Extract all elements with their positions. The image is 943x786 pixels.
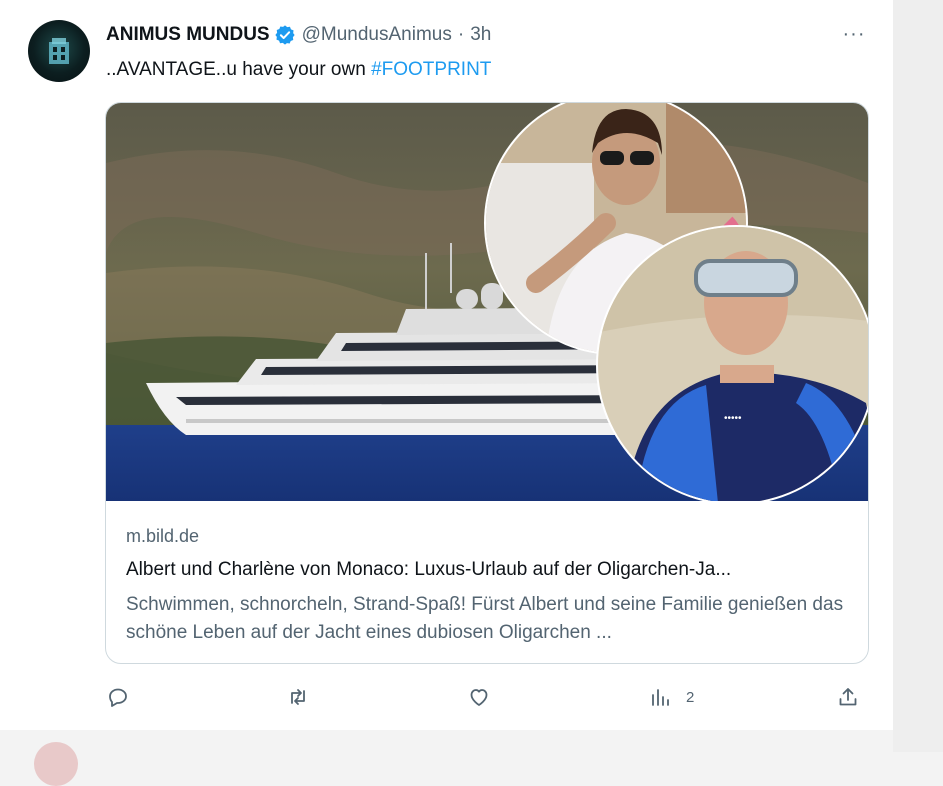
card-title[interactable]: Albert und Charlène von Monaco: Luxus-Ur…: [126, 559, 850, 581]
reply-icon: [109, 688, 127, 707]
more-icon: ···: [842, 22, 866, 45]
like-button[interactable]: [467, 678, 491, 716]
reply-button[interactable]: [106, 678, 130, 716]
author-name[interactable]: ANIMUS MUNDUS: [106, 24, 270, 46]
tweet-time[interactable]: 3h: [470, 24, 491, 46]
retweet-button[interactable]: [286, 678, 310, 716]
views-icon: [652, 689, 669, 706]
share-icon: [839, 688, 857, 706]
tweet-header: ANIMUS MUNDUS @MundusAnimus · 3h: [106, 22, 491, 48]
tweet-text: ..AVANTAGE..u have your own #FOOTPRINT: [106, 59, 491, 81]
next-tweet-avatar[interactable]: [34, 742, 78, 786]
card-domain: m.bild.de: [126, 526, 200, 546]
author-handle[interactable]: @MundusAnimus: [302, 24, 452, 46]
more-options-button[interactable]: ···: [838, 20, 870, 48]
tweet-text-body: ..AVANTAGE..u have your own: [106, 59, 372, 80]
views-button[interactable]: 2: [648, 678, 694, 716]
building-icon: [49, 38, 69, 64]
retweet-icon: [291, 689, 305, 705]
share-button[interactable]: [836, 678, 860, 716]
hashtag-link[interactable]: #FOOTPRINT: [371, 59, 491, 80]
verified-badge-icon: [274, 25, 295, 45]
avatar[interactable]: [28, 20, 90, 82]
action-bar: 2: [0, 678, 893, 716]
card-image[interactable]: •••••: [106, 103, 868, 501]
views-count: 2: [686, 688, 695, 706]
separator-dot: ·: [457, 24, 465, 45]
timeline-edge: [893, 0, 943, 752]
heart-icon: [470, 689, 488, 706]
tweet[interactable]: ANIMUS MUNDUS @MundusAnimus · 3h ··· ..A…: [0, 0, 893, 730]
link-card[interactable]: ••••• m.bild.de Albert und Charlène von …: [105, 102, 869, 664]
card-description: Schwimmen, schnorcheln, Strand-Spaß! Für…: [126, 594, 844, 643]
svg-text:•••••: •••••: [724, 413, 742, 424]
